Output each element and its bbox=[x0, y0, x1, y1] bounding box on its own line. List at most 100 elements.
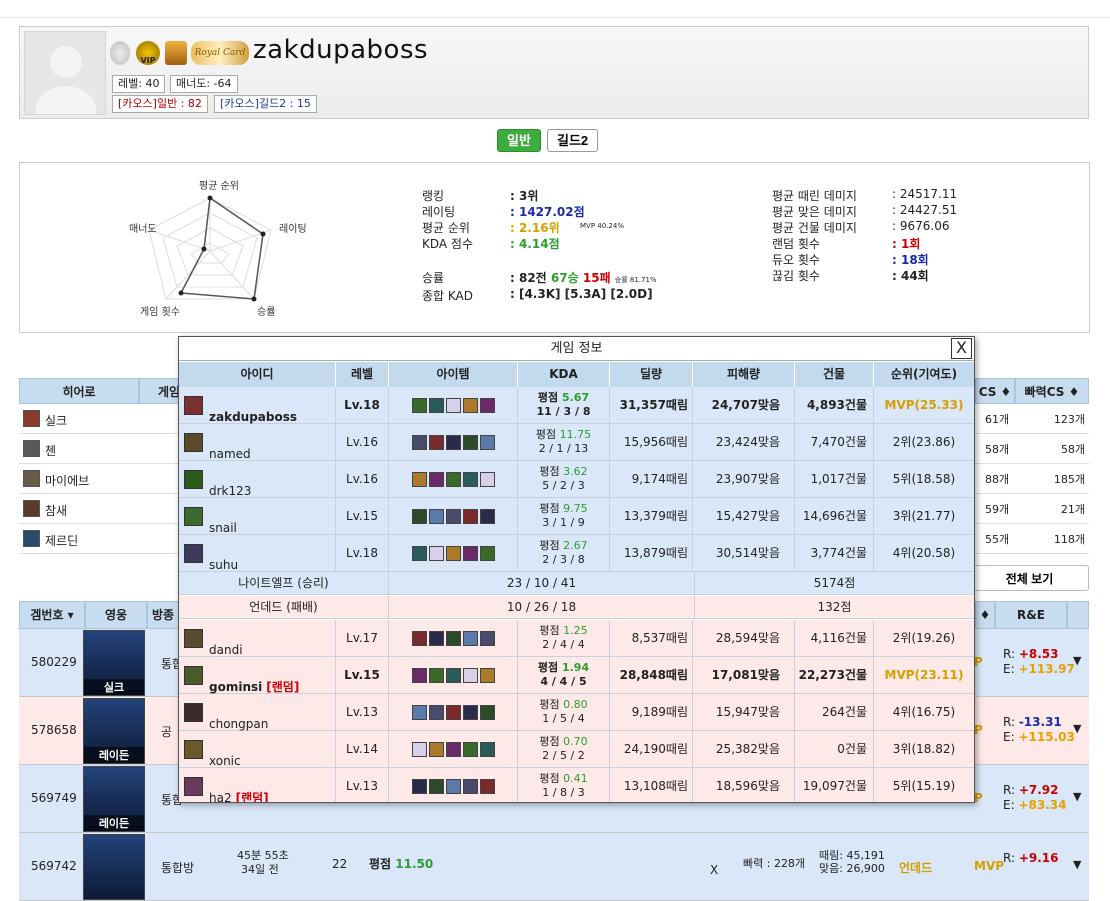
player-score-label: 평점 bbox=[539, 772, 564, 785]
item-icon bbox=[428, 472, 444, 487]
game-re-header[interactable]: R&E bbox=[995, 601, 1067, 629]
close-button[interactable]: X bbox=[951, 338, 972, 359]
player-name[interactable]: xonic bbox=[209, 754, 241, 768]
stat-avg-dealt-value: : 24517.11 bbox=[892, 187, 958, 201]
player-kda-value: 2 / 3 / 8 bbox=[542, 553, 585, 566]
rating-exp: R: +8.53 E: +113.97 bbox=[1003, 647, 1075, 677]
player-row[interactable]: named Lv.16 평점 11.75 2 / 1 / 13 15,956때림 23,4… bbox=[179, 424, 974, 461]
stat-avg-taken-value: : 24427.51 bbox=[892, 203, 958, 217]
game-id: 569742 bbox=[31, 859, 77, 873]
item-icon bbox=[445, 435, 461, 450]
rating-label: R: bbox=[1003, 715, 1019, 729]
item-icon bbox=[462, 472, 478, 487]
game-row[interactable]: 569742 통합방 MVP R: +9.16 ▼ 45분 55초 34일 전 22 평점 11… bbox=[19, 833, 1089, 901]
stat-kda-label: KDA 점수 bbox=[422, 237, 474, 251]
rating-value: -13.31 bbox=[1018, 715, 1062, 729]
item-icon bbox=[428, 779, 444, 794]
player-score-line: 평점 2.67 bbox=[518, 539, 609, 553]
tab-normal[interactable]: 일반 bbox=[497, 129, 541, 152]
player-row[interactable]: suhu Lv.18 평점 2.67 2 / 3 / 8 13,879때림 30,514맞… bbox=[179, 535, 974, 572]
player-name[interactable]: ha2 bbox=[209, 791, 232, 802]
player-row[interactable]: drk123 Lv.16 평점 3.62 5 / 2 / 3 9,174때림 23,907… bbox=[179, 461, 974, 498]
player-items bbox=[389, 535, 518, 571]
item-icon bbox=[428, 631, 444, 646]
stat-winrate-label: 승률 bbox=[422, 271, 445, 285]
view-all-button[interactable]: 전체 보기 bbox=[970, 565, 1089, 591]
player-level: Lv.16 bbox=[336, 461, 389, 497]
expand-arrow-icon[interactable]: ▼ bbox=[1073, 790, 1081, 803]
player-row[interactable]: dandi Lv.17 평점 1.25 2 / 4 / 4 8,537때림 28,594맞… bbox=[179, 620, 974, 657]
player-kda: 평점 1.25 2 / 4 / 4 bbox=[518, 620, 610, 656]
player-score: 1.25 bbox=[563, 624, 588, 637]
item-icon bbox=[428, 742, 444, 757]
item-icon bbox=[445, 509, 461, 524]
stat-wins: 67승 bbox=[550, 271, 579, 285]
hero-portrait-name: 레이든 bbox=[84, 747, 144, 763]
player-score: 0.41 bbox=[563, 772, 588, 785]
player-items bbox=[389, 694, 518, 730]
player-row[interactable]: ha2 [랜덤] Lv.13 평점 0.41 1 / 8 / 3 13,108때림 18,5… bbox=[179, 768, 974, 803]
player-kda-value: 1 / 8 / 3 bbox=[542, 786, 585, 799]
item-icon bbox=[411, 398, 427, 413]
player-damage-taken: 23,907맞음 bbox=[693, 461, 795, 497]
player-score-line: 평점 0.70 bbox=[518, 735, 609, 749]
rating-line: R: -13.31 bbox=[1003, 715, 1075, 730]
player-name[interactable]: zakdupaboss bbox=[209, 410, 297, 424]
mvp-mark: P bbox=[974, 655, 983, 669]
item-icon bbox=[411, 631, 427, 646]
player-random-tag: [랜덤] bbox=[235, 791, 269, 803]
player-row[interactable]: gominsi [랜덤] Lv.15 평점 1.94 4 / 4 / 5 28,848때림… bbox=[179, 657, 974, 694]
player-items bbox=[389, 387, 518, 423]
player-level: Lv.17 bbox=[336, 620, 389, 656]
hero-name: 마이에브 bbox=[45, 474, 90, 488]
player-score-label: 평점 bbox=[539, 502, 564, 515]
player-row[interactable]: xonic Lv.14 평점 0.70 2 / 5 / 2 24,190때림 25,382… bbox=[179, 731, 974, 768]
player-rank: 2위(19.26) bbox=[892, 631, 956, 645]
expand-arrow-icon[interactable]: ▼ bbox=[1073, 722, 1081, 735]
hero-portrait-name: 실크 bbox=[84, 679, 144, 695]
cs-header[interactable]: CS ♦ bbox=[975, 378, 1015, 404]
player-name[interactable]: drk123 bbox=[209, 484, 251, 498]
player-score-line: 평점 0.41 bbox=[518, 772, 609, 786]
player-name[interactable]: gominsi bbox=[209, 680, 262, 694]
player-id-cell: gominsi [랜덤] bbox=[179, 657, 336, 694]
player-name[interactable]: snail bbox=[209, 521, 237, 535]
rating-label: R: bbox=[1003, 647, 1019, 661]
player-score-line: 평점 1.94 bbox=[518, 661, 609, 675]
expand-arrow-icon[interactable]: ▼ bbox=[1073, 858, 1081, 871]
game-sort-header[interactable]: ♦ bbox=[975, 601, 995, 629]
player-row[interactable]: zakdupaboss Lv.18 평점 5.67 11 / 3 / 8 31,357때… bbox=[179, 387, 974, 424]
player-score: 0.70 bbox=[563, 735, 588, 748]
hero-header[interactable]: 히어로 bbox=[19, 378, 139, 404]
game-hero-header[interactable]: 영웅 bbox=[85, 601, 147, 629]
hero-cs: 55개 bbox=[985, 533, 1010, 546]
expand-arrow-icon[interactable]: ▼ bbox=[1073, 654, 1081, 667]
hero-icon bbox=[23, 440, 40, 457]
deny-cs-header[interactable]: 빠력CS ♦ bbox=[1015, 378, 1089, 404]
hero-name: 제르딘 bbox=[45, 534, 79, 548]
vip-badge-icon: VIP bbox=[136, 41, 160, 65]
item-icon bbox=[479, 398, 495, 413]
game-no-header[interactable]: 겜번호 ▾ bbox=[19, 601, 85, 629]
exp-value: +113.97 bbox=[1018, 662, 1075, 676]
player-row[interactable]: chongpan Lv.13 평점 0.80 1 / 5 / 4 9,189때림 15,9… bbox=[179, 694, 974, 731]
player-name-wrap: ha2 [랜덤] bbox=[209, 780, 269, 803]
player-damage-taken: 17,081맞음 bbox=[693, 657, 795, 693]
game-x: X bbox=[710, 863, 719, 877]
stat-avgrank-value: : 2.16위 bbox=[510, 221, 560, 235]
player-name[interactable]: chongpan bbox=[209, 717, 268, 731]
item-icon bbox=[428, 509, 444, 524]
modal-col-header: 아이디 bbox=[179, 362, 336, 387]
player-damage-dealt: 13,379때림 bbox=[610, 498, 693, 534]
item-icon bbox=[462, 546, 478, 561]
player-name[interactable]: named bbox=[209, 447, 251, 461]
player-row[interactable]: snail Lv.15 평점 9.75 3 / 1 / 9 13,379때림 15,427… bbox=[179, 498, 974, 535]
stat-ranking-label: 랭킹 bbox=[422, 189, 445, 203]
player-name[interactable]: dandi bbox=[209, 643, 243, 657]
player-name[interactable]: suhu bbox=[209, 558, 238, 572]
item-icon bbox=[445, 546, 461, 561]
profile-card: VIP Royal Card zakdupaboss 레벨: 40 매너도: -… bbox=[19, 26, 1089, 119]
tab-guild2[interactable]: 길드2 bbox=[547, 129, 599, 152]
player-hero-icon bbox=[184, 777, 203, 796]
player-building-damage: 7,470건물 bbox=[795, 424, 874, 460]
